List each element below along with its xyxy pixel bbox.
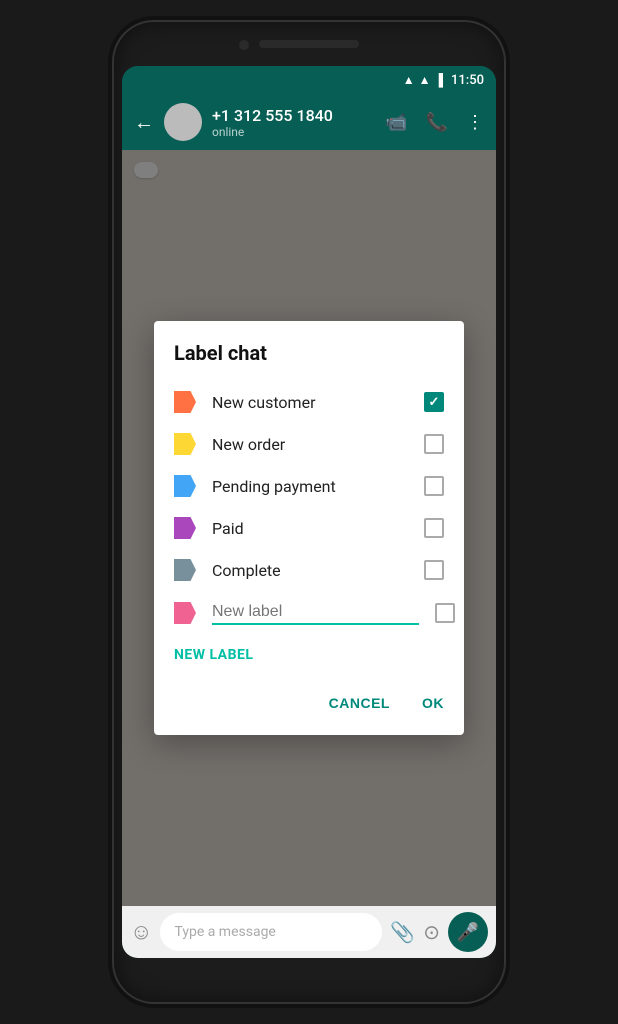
modal-title: Label chat [154,341,464,381]
contact-name: +1 312 555 1840 [212,106,375,125]
new-label-tag [174,602,196,624]
checkbox-complete[interactable] [424,560,444,580]
contact-status: online [212,125,375,139]
new-order-tag [174,433,196,455]
camera-dot [239,40,249,50]
battery-icon: ▐ [435,73,444,87]
new-label-input[interactable] [212,601,419,625]
more-options-icon[interactable]: ⋮ [466,112,484,133]
status-time: 11:50 [451,73,484,88]
checkbox-pending-payment[interactable] [424,476,444,496]
label-name-pending-payment: Pending payment [212,477,408,496]
signal-icon: ▲ [419,73,431,87]
label-name-complete: Complete [212,561,408,580]
label-name-new-customer: New customer [212,393,408,412]
status-bar: ▲ ▲ ▐ 11:50 [122,66,496,94]
contact-info: +1 312 555 1840 online [212,106,375,139]
paid-tag [174,517,196,539]
label-chat-modal: Label chat New customer New order [154,321,464,735]
phone-frame: ▲ ▲ ▐ 11:50 ← +1 312 555 1840 online 📹 📞… [114,22,504,1002]
emoji-button[interactable]: ☺ [130,919,152,945]
checkbox-new-label[interactable] [435,603,455,623]
ok-button[interactable]: OK [418,687,448,719]
checkbox-paid[interactable] [424,518,444,538]
message-input-placeholder[interactable]: Type a message [174,924,275,940]
list-item[interactable]: New order [154,423,464,465]
cancel-button[interactable]: CANCEL [325,687,394,719]
label-name-new-order: New order [212,435,408,454]
list-item[interactable]: Complete [154,549,464,591]
mic-button[interactable]: 🎤 [448,912,488,952]
complete-tag [174,559,196,581]
new-customer-tag [174,391,196,413]
list-item[interactable] [154,591,464,635]
header-icons: 📹 📞 ⋮ [385,112,484,133]
new-label-button[interactable]: NEW LABEL [154,635,464,675]
list-item[interactable]: New customer [154,381,464,423]
chat-header: ← +1 312 555 1840 online 📹 📞 ⋮ [122,94,496,150]
chat-area: Label chat New customer New order [122,150,496,906]
label-name-paid: Paid [212,519,408,538]
message-input-box: Type a message [160,913,382,951]
camera-button[interactable]: ⊙ [423,920,440,944]
phone-screen: ▲ ▲ ▐ 11:50 ← +1 312 555 1840 online 📹 📞… [122,66,496,958]
list-item[interactable]: Paid [154,507,464,549]
attach-button[interactable]: 📎 [390,920,415,944]
checkbox-new-order[interactable] [424,434,444,454]
checkbox-new-customer[interactable] [424,392,444,412]
modal-overlay: Label chat New customer New order [122,150,496,906]
avatar [164,103,202,141]
pending-payment-tag [174,475,196,497]
video-call-icon[interactable]: 📹 [385,112,407,133]
back-button[interactable]: ← [134,110,154,135]
list-item[interactable]: Pending payment [154,465,464,507]
wifi-icon: ▲ [403,73,415,87]
call-icon[interactable]: 📞 [426,112,448,133]
label-list: New customer New order Pending pay [154,381,464,635]
modal-actions: CANCEL OK [154,675,464,735]
chat-input-bar: ☺ Type a message 📎 ⊙ 🎤 [122,906,496,958]
